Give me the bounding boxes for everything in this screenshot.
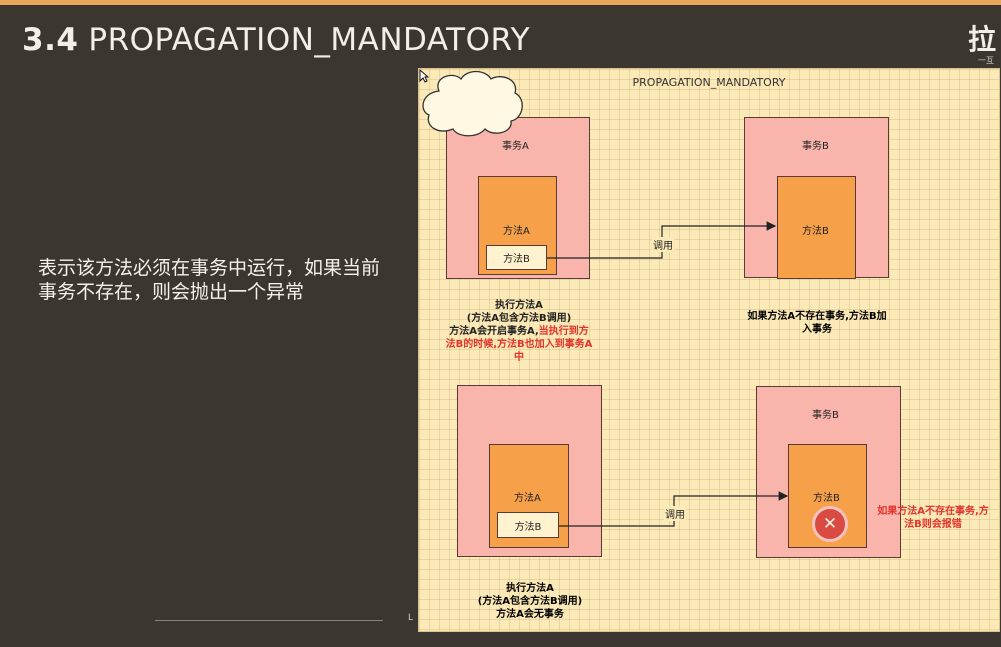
note-top-right: 如果方法A不存在事务,方法B加入事务 [747,311,887,335]
call-label-bottom: 调用 [664,506,686,521]
slide-description: 表示该方法必须在事务中运行，如果当前事务不存在，则会抛出一个异常 [38,257,381,303]
cloud-callout-text: 如果方法A不存在事务,方法B则会报错 [877,506,989,530]
brand-logo: 拉 [968,23,997,56]
mouse-pointer-icon [419,69,429,83]
cloud-callout [422,70,523,137]
diagram-panel: PROPAGATION_MANDATORY 事务A 方法A 方法B 事务B 方法… [418,68,1000,632]
note-bottom-left: 执行方法A (方法A包含方法B调用) 方法A会无事务 [477,583,583,620]
footer-mark: L [408,613,414,623]
section-number: 3.4 [22,22,79,58]
slide-title: 3.4 PROPAGATION_MANDATORY [22,22,530,58]
error-icon [812,506,848,542]
brand-logo-sub: 一互 [978,56,994,65]
call-label-top: 调用 [652,237,674,252]
section-title: PROPAGATION_MANDATORY [88,22,531,58]
footer-divider [155,620,383,621]
top-accent-bar [0,0,1001,5]
note-top-left: 执行方法A (方法A包含方法B调用) 方法A会开启事务A,当执行到方法B的时候,… [445,299,593,364]
